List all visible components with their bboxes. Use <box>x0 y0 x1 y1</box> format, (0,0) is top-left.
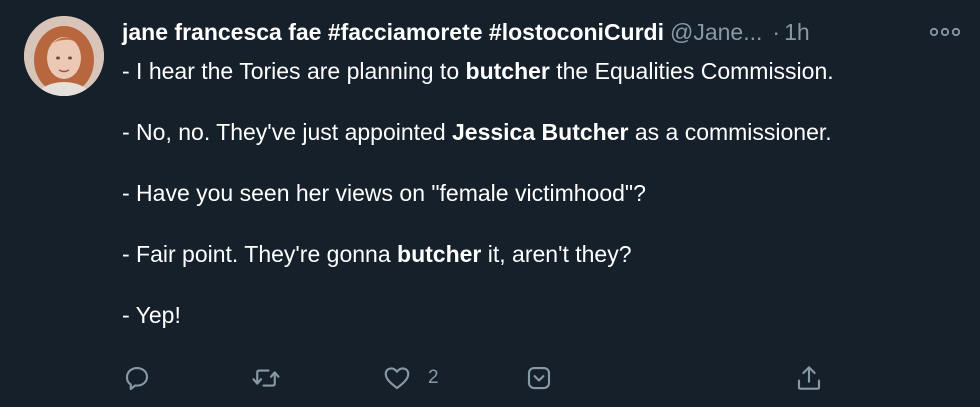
text-segment: - Yep! <box>122 302 181 328</box>
share-button[interactable] <box>794 360 824 396</box>
bold-text: butcher <box>465 58 550 84</box>
bookmark-icon <box>527 366 551 390</box>
text-segment: - Have you seen her views on "female vic… <box>122 180 646 206</box>
retweet-icon <box>252 369 280 387</box>
reply-button[interactable] <box>122 360 152 396</box>
tweet-header: jane francesca fae #facciamorete #lostoc… <box>122 14 902 50</box>
text-segment: - I hear the Tories are planning to <box>122 58 466 84</box>
text-segment: as a commissioner. <box>628 119 832 145</box>
bold-text: butcher <box>397 241 482 267</box>
tweet-text: - I hear the Tories are planning to butc… <box>122 54 962 359</box>
tweet-actions: 2 <box>0 360 980 396</box>
retweet-button[interactable] <box>250 360 282 396</box>
tweet-line: - I hear the Tories are planning to butc… <box>122 54 962 88</box>
tweet-line: - Yep! <box>122 298 962 332</box>
bookmark-button[interactable] <box>524 360 554 396</box>
separator-dot: · <box>772 19 781 45</box>
more-icon <box>929 27 961 37</box>
like-count: 2 <box>428 367 439 388</box>
user-handle[interactable]: @Jane... <box>670 19 762 45</box>
text-segment: - No, no. They've just appointed <box>122 119 452 145</box>
avatar[interactable] <box>24 16 104 96</box>
reply-icon <box>125 366 149 391</box>
heart-icon <box>384 367 410 390</box>
like-button[interactable]: 2 <box>382 360 439 396</box>
tweet-card[interactable]: jane francesca fae #facciamorete #lostoc… <box>0 0 980 407</box>
more-options-button[interactable] <box>928 20 962 44</box>
text-segment: it, aren't they? <box>481 241 632 267</box>
tweet-line: - Fair point. They're gonna butcher it, … <box>122 237 962 271</box>
text-segment: - Fair point. They're gonna <box>122 241 398 267</box>
bold-text: Jessica Butcher <box>452 119 629 145</box>
text-segment: the Equalities Commission. <box>549 58 834 84</box>
tweet-line: - No, no. They've just appointed Jessica… <box>122 115 962 149</box>
timestamp[interactable]: 1h <box>784 19 810 45</box>
tweet-line: - Have you seen her views on "female vic… <box>122 176 962 210</box>
share-icon <box>797 366 821 390</box>
display-name[interactable]: jane francesca fae #facciamorete #lostoc… <box>122 19 664 45</box>
